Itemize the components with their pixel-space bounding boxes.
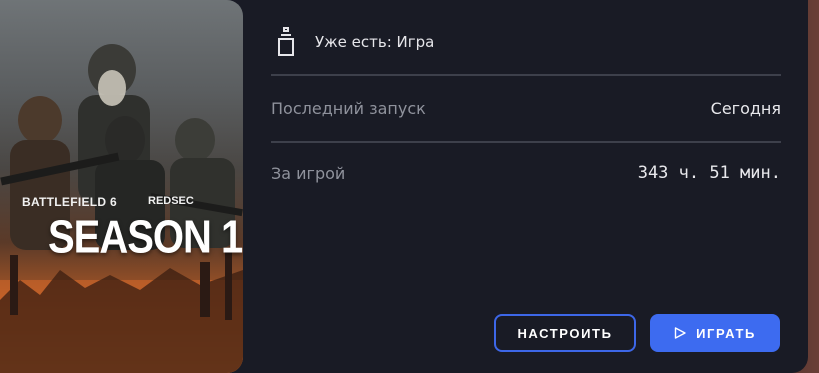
play-icon — [674, 327, 686, 339]
setup-button[interactable]: НАСТРОИТЬ — [494, 314, 636, 352]
divider — [271, 141, 781, 143]
cover-season-title: SEASON 1 — [48, 212, 243, 263]
game-cover-art[interactable]: BATTLEFIELD 6 REDSEC SEASON 1 — [0, 0, 243, 373]
ownership-text: Уже есть: Игра — [315, 33, 435, 51]
playtime-value: 343 ч. 51 мин. — [637, 163, 781, 183]
ownership-icon — [278, 27, 294, 56]
last-launch-label: Последний запуск — [271, 98, 426, 118]
game-details-panel: BATTLEFIELD 6 REDSEC SEASON 1 Уже есть: … — [0, 0, 808, 373]
ownership-status: Уже есть: Игра — [275, 26, 434, 58]
play-button-label: ИГРАТЬ — [696, 325, 756, 341]
last-launch-value: Сегодня — [710, 98, 781, 118]
last-launch-row: Последний запуск Сегодня — [271, 94, 781, 122]
divider — [271, 74, 781, 76]
setup-button-label: НАСТРОИТЬ — [517, 325, 613, 341]
play-button[interactable]: ИГРАТЬ — [650, 314, 780, 352]
cover-brand-title: BATTLEFIELD 6 — [22, 195, 118, 209]
cover-brand-subtitle: REDSEC — [148, 195, 194, 207]
cover-artwork — [0, 44, 243, 373]
playtime-label: За игрой — [271, 163, 346, 183]
playtime-row: За игрой 343 ч. 51 мин. — [271, 159, 781, 187]
